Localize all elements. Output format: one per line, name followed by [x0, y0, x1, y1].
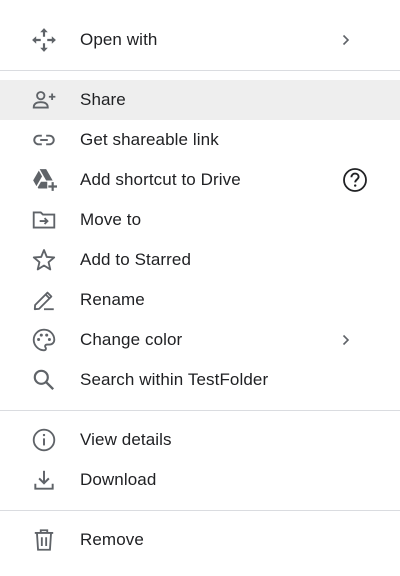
pencil-icon [30, 288, 58, 312]
help-icon[interactable] [341, 166, 369, 194]
menu-item-remove[interactable]: Remove [0, 520, 400, 560]
palette-icon [30, 328, 58, 352]
menu-item-rename[interactable]: Rename [0, 280, 400, 320]
menu-item-view-details[interactable]: View details [0, 420, 400, 460]
search-icon [30, 368, 58, 392]
menu-item-label: Search within TestFolder [80, 370, 269, 389]
info-icon [30, 428, 58, 452]
menu-item-label: Change color [80, 330, 183, 349]
link-icon [30, 128, 58, 152]
menu-item-label: Download [80, 470, 157, 489]
menu-item-label: Open with [80, 30, 158, 49]
menu-item-label: Share [80, 90, 126, 109]
chevron-right-icon [338, 330, 354, 350]
menu-item-label: Rename [80, 290, 145, 309]
menu-item-share[interactable]: Share [0, 80, 400, 120]
menu-divider [0, 60, 400, 80]
download-icon [30, 468, 58, 492]
menu-item-label: Add shortcut to Drive [80, 170, 241, 189]
menu-item-download[interactable]: Download [0, 460, 400, 500]
menu-top-padding [0, 0, 400, 20]
menu-item-label: Get shareable link [80, 130, 219, 149]
drive-add-icon [30, 168, 58, 192]
menu-item-label: Add to Starred [80, 250, 192, 269]
move-arrows-icon [30, 28, 58, 52]
menu-item-label: Move to [80, 210, 142, 229]
menu-item-search-within[interactable]: Search within TestFolder [0, 360, 400, 400]
menu-item-label: View details [80, 430, 172, 449]
context-menu: Open with Share Get shareable link Add s… [0, 0, 400, 576]
trash-icon [30, 528, 58, 552]
menu-divider [0, 400, 400, 420]
folder-move-icon [30, 208, 58, 232]
menu-divider [0, 500, 400, 520]
menu-item-move-to[interactable]: Move to [0, 200, 400, 240]
star-icon [30, 248, 58, 272]
menu-item-add-starred[interactable]: Add to Starred [0, 240, 400, 280]
menu-item-open-with[interactable]: Open with [0, 20, 400, 60]
menu-item-change-color[interactable]: Change color [0, 320, 400, 360]
menu-item-label: Remove [80, 530, 144, 549]
menu-item-add-shortcut[interactable]: Add shortcut to Drive [0, 160, 400, 200]
person-add-icon [30, 88, 58, 112]
chevron-right-icon [338, 30, 354, 50]
menu-item-get-link[interactable]: Get shareable link [0, 120, 400, 160]
